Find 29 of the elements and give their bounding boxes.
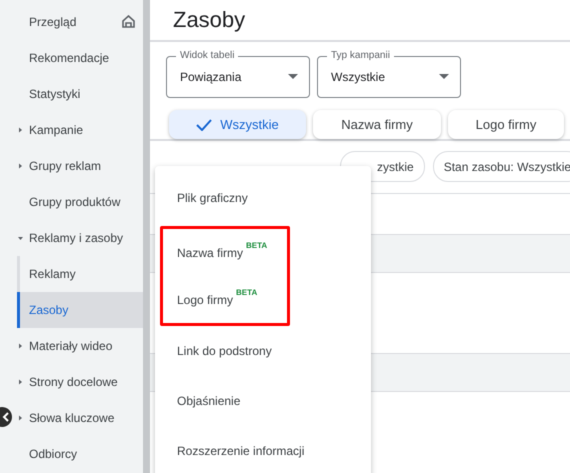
segment-button[interactable]: Logo firmy	[448, 110, 564, 139]
sidebar-item[interactable]: Rekomendacje	[12, 40, 143, 76]
sidebar-item[interactable]: Reklamy i zasoby	[12, 220, 143, 256]
select-field[interactable]: Widok tabeli Powiązania	[166, 50, 310, 98]
sidebar-item[interactable]: Grupy reklam	[12, 148, 143, 184]
menu-item[interactable]: Nazwa firmy BETA	[163, 229, 268, 276]
home-icon	[122, 15, 135, 28]
menu-item[interactable]: Logo firmy BETA	[163, 276, 268, 323]
page-title: Zasoby	[173, 7, 246, 33]
select-field[interactable]: Typ kampanii Wszystkie	[317, 50, 461, 98]
segment-button[interactable]: Nazwa firmy	[313, 110, 441, 139]
beta-label: BETA	[246, 241, 268, 250]
sidebar-item[interactable]: Grupy produktów	[12, 184, 143, 220]
sidebar-item[interactable]: Materiały wideo	[12, 328, 143, 364]
segment-button[interactable]: Wszystkie	[169, 110, 306, 139]
menu-item[interactable]: Rozszerzenie informacji	[155, 426, 371, 473]
sidebar-item[interactable]: Słowa kluczowe	[12, 400, 143, 436]
menu-item[interactable]: Objaśnienie	[155, 376, 371, 426]
sidebar-item[interactable]: Zasoby	[17, 292, 143, 328]
dropdown-arrow-icon	[288, 74, 298, 79]
sidebar-item[interactable]: Kampanie	[12, 112, 143, 148]
sidebar-item[interactable]: Odbiorcy	[12, 436, 143, 472]
sidebar-item[interactable]: Statystyki	[12, 76, 143, 112]
sidebar-item[interactable]: Przegląd	[12, 4, 143, 40]
dropdown-arrow-icon	[439, 74, 449, 79]
sidebar-item[interactable]: Strony docelowe	[12, 364, 143, 400]
menu-item[interactable]: Link do podstrony	[155, 326, 371, 376]
beta-label: BETA	[236, 288, 258, 297]
check-icon	[196, 118, 212, 130]
